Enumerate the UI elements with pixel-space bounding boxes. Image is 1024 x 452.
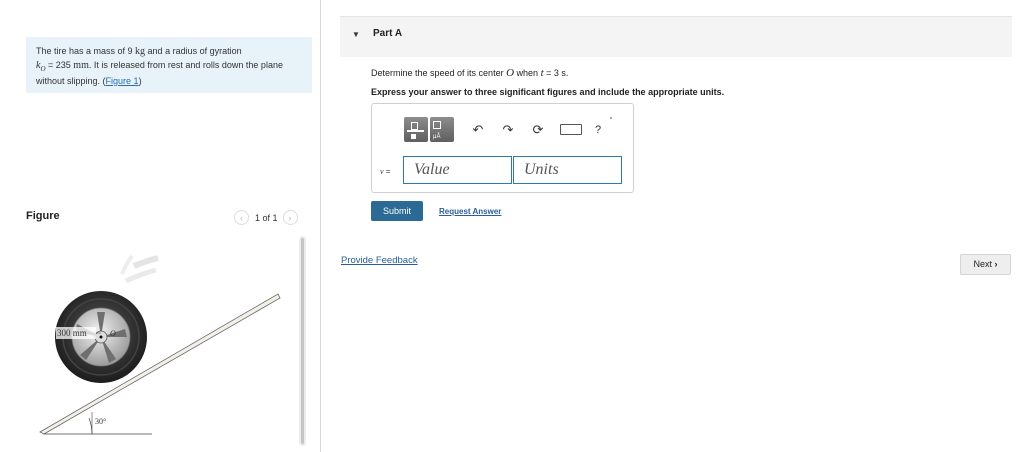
undo-icon[interactable]: ↶ <box>470 122 486 138</box>
figure-link[interactable]: Figure 1 <box>106 76 139 86</box>
tire-figure: 30° 300 mm O <box>26 236 296 446</box>
panel-divider <box>320 0 321 452</box>
part-a-header[interactable]: ▼ Part A <box>340 16 1012 57</box>
question-suffix: = 3 s. <box>543 68 569 78</box>
left-panel: The tire has a mass of 9 kg and a radius… <box>0 0 320 452</box>
chevron-right-icon[interactable]: › <box>282 210 298 225</box>
mass-unit: kg <box>135 46 146 57</box>
k-unit: mm <box>73 59 89 71</box>
next-button[interactable]: Next › <box>960 254 1011 275</box>
radius-label: 300 mm <box>57 328 87 338</box>
request-answer-link[interactable]: Request Answer <box>439 207 501 216</box>
figure-pager: ‹ 1 of 1 › <box>234 210 298 225</box>
problem-statement: The tire has a mass of 9 kg and a radius… <box>26 37 312 93</box>
units-template-icon[interactable]: μÅ <box>430 117 454 142</box>
question-prefix: Determine the speed of its center <box>371 68 507 78</box>
redo-icon[interactable]: ↷ <box>500 122 516 138</box>
provide-feedback-link[interactable]: Provide Feedback <box>341 255 418 266</box>
chevron-left-icon[interactable]: ‹ <box>234 210 249 225</box>
chevron-right-icon: › <box>994 259 998 269</box>
next-label: Next <box>973 259 992 269</box>
math-toolbar: μÅ ↶ ↷ ⟳ ? <box>404 117 606 142</box>
equals-sign: = <box>383 167 391 176</box>
keyboard-icon[interactable] <box>560 124 582 135</box>
figure-title: Figure <box>26 210 60 222</box>
units-template-text: μÅ <box>433 134 441 140</box>
answer-variable-label: v = <box>380 167 390 176</box>
k-value: = 235 <box>45 59 74 70</box>
angle-label: 30° <box>95 417 106 426</box>
toolbar-dot <box>610 117 612 119</box>
question-point-o: O <box>506 67 515 79</box>
submit-button[interactable]: Submit <box>371 201 423 221</box>
tire-on-incline-illustration: 30° 300 mm O <box>39 254 281 435</box>
answer-box: μÅ ↶ ↷ ⟳ ? v = Value Units <box>371 103 634 193</box>
triangle-down-icon[interactable]: ▼ <box>352 30 360 39</box>
center-point <box>99 335 103 339</box>
center-label: O <box>110 329 116 338</box>
fraction-template-icon[interactable] <box>404 117 428 142</box>
answer-instruction: Express your answer to three significant… <box>371 87 725 97</box>
question-when: when <box>514 68 541 78</box>
question-text: Determine the speed of its center O when… <box>371 67 568 79</box>
problem-text-2: and a radius of gyration <box>145 46 242 56</box>
units-input[interactable]: Units <box>513 156 622 184</box>
value-input[interactable]: Value <box>403 156 512 184</box>
reset-icon[interactable]: ⟳ <box>530 122 546 138</box>
figure-scroll-thumb[interactable] <box>301 238 304 444</box>
pager-text: 1 of 1 <box>255 212 278 223</box>
part-title: Part A <box>373 28 403 39</box>
angle-arc <box>88 417 93 435</box>
help-icon[interactable]: ? <box>590 122 606 138</box>
motion-blur-lines <box>120 254 159 284</box>
problem-text-1: The tire has a mass of 9 <box>36 46 136 56</box>
paren-close: ) <box>138 75 142 86</box>
